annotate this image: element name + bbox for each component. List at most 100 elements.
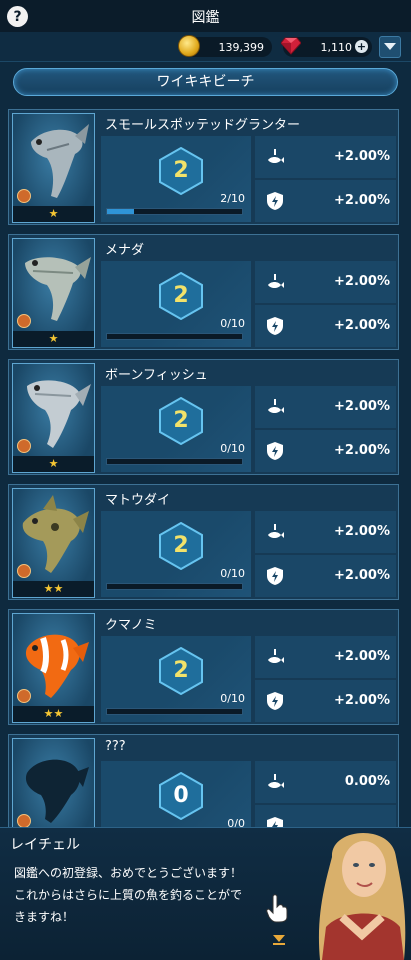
chevron-down-icon <box>384 43 396 50</box>
level-panel: 2 0/10 <box>101 261 251 347</box>
star-rating: ★★ <box>13 706 94 722</box>
dialog-message: 図鑑への初登録、おめでとうございます！ これからはさらに上質の魚を釣ることがで … <box>14 862 294 928</box>
star-rating: ★★ <box>13 581 94 597</box>
catch-bonus-value: +2.00% <box>334 149 390 164</box>
rarity-badge-icon <box>17 314 31 328</box>
catch-bonus-value: 0.00% <box>344 774 390 789</box>
catch-bonus-row: +2.00% <box>255 386 396 428</box>
level-panel: 2 0/10 <box>101 386 251 472</box>
catch-bonus-row: +2.00% <box>255 136 396 178</box>
dialog-line: きますね！ <box>14 910 75 924</box>
fish-hook-icon <box>268 524 284 538</box>
fish-portrait: ★★ <box>12 613 95 723</box>
progress-bar <box>106 333 243 340</box>
coin-amount: 139,399 <box>218 40 265 54</box>
progress-bar <box>106 458 243 465</box>
progress-text: 0/10 <box>220 317 245 330</box>
catch-bonus-row: 0.00% <box>255 761 396 803</box>
fish-name: メナダ <box>105 243 145 258</box>
fish-name: ??? <box>105 739 126 754</box>
power-bonus-row: +2.00% <box>255 305 396 347</box>
power-bonus-value: +2.00% <box>334 193 390 208</box>
level-panel: 2 0/10 <box>101 511 251 597</box>
area-title[interactable]: ワイキキビーチ <box>13 68 398 96</box>
rarity-badge-icon <box>17 814 31 828</box>
fish-level: 2 <box>173 283 189 308</box>
level-panel: 2 0/10 <box>101 636 251 722</box>
fish-hook-icon <box>268 774 284 788</box>
catch-bonus-row: +2.00% <box>255 636 396 678</box>
area-dropdown-button[interactable] <box>379 36 401 58</box>
fish-level: 2 <box>173 408 189 433</box>
fish-portrait: ★★ <box>12 488 95 598</box>
power-bonus-value: +2.00% <box>334 693 390 708</box>
currency-bar: 139,399 1,110 <box>0 32 411 62</box>
fish-portrait: ★ <box>12 238 95 348</box>
tap-hand-icon <box>266 894 288 923</box>
progress-bar <box>106 208 243 215</box>
progress-text: 0/10 <box>220 692 245 705</box>
shield-bolt-icon <box>267 692 283 710</box>
fish-level: 0 <box>173 783 189 808</box>
fish-card[interactable]: ★★ マトウダイ 2 0/10 +2.00% +2.00% <box>8 484 399 600</box>
progress-fill <box>107 209 134 214</box>
fish-level: 2 <box>173 533 189 558</box>
power-bonus-value: +2.00% <box>334 443 390 458</box>
catch-bonus-value: +2.00% <box>334 274 390 289</box>
fish-name: スモールスポッテッドグランター <box>105 118 301 133</box>
fish-hook-icon <box>268 649 284 663</box>
level-panel: 2 2/10 <box>101 136 251 222</box>
catch-bonus-value: +2.00% <box>334 524 390 539</box>
rarity-badge-icon <box>17 564 31 578</box>
catch-bonus-row: +2.00% <box>255 261 396 303</box>
progress-text: 2/10 <box>220 192 245 205</box>
fish-card[interactable]: ★ ボーンフィッシュ 2 0/10 +2.00% +2.00% <box>8 359 399 475</box>
fish-level: 2 <box>173 158 189 183</box>
rarity-badge-icon <box>17 689 31 703</box>
add-gems-button[interactable]: + <box>355 40 368 53</box>
progress-text: 0/10 <box>220 567 245 580</box>
gem-icon <box>281 37 301 55</box>
catch-bonus-row: +2.00% <box>255 511 396 553</box>
progress-text: 0/10 <box>220 442 245 455</box>
shield-bolt-icon <box>267 192 283 210</box>
fish-name: クマノミ <box>105 618 157 633</box>
progress-bar <box>106 708 243 715</box>
progress-bar <box>106 583 243 590</box>
shield-bolt-icon <box>267 317 283 335</box>
catch-bonus-value: +2.00% <box>334 399 390 414</box>
fish-card[interactable]: ★★ クマノミ 2 0/10 +2.00% +2.00% <box>8 609 399 725</box>
power-bonus-row: +2.00% <box>255 430 396 472</box>
speaker-name: レイチェル <box>10 837 80 853</box>
fish-card[interactable]: ★ メナダ 2 0/10 +2.00% +2.00% <box>8 234 399 350</box>
character-portrait <box>318 832 406 960</box>
rarity-badge-icon <box>17 439 31 453</box>
dialog-next-icon[interactable] <box>272 934 286 946</box>
fish-hook-icon <box>268 399 284 413</box>
fish-hook-icon <box>268 149 284 163</box>
star-rating: ★ <box>13 206 94 222</box>
top-bar: ? 図鑑 <box>0 0 411 32</box>
fish-name: マトウダイ <box>105 493 171 508</box>
catch-bonus-value: +2.00% <box>334 649 390 664</box>
coin-icon <box>178 35 200 57</box>
gem-amount: 1,110 <box>320 40 353 54</box>
shield-bolt-icon <box>267 567 283 585</box>
power-bonus-value: +2.00% <box>334 318 390 333</box>
power-bonus-row: +2.00% <box>255 555 396 597</box>
dialog-line: これからはさらに上質の魚を釣ることがで <box>14 888 243 902</box>
shield-bolt-icon <box>267 442 283 460</box>
power-bonus-value: +2.00% <box>334 568 390 583</box>
star-rating: ★ <box>13 331 94 347</box>
fish-portrait: ★ <box>12 113 95 223</box>
page-title: 図鑑 <box>191 10 220 26</box>
fish-card[interactable]: ★ スモールスポッテッドグランター 2 2/10 +2.00% +2.00% <box>8 109 399 225</box>
star-rating: ★ <box>13 456 94 472</box>
dialog-line: 図鑑への初登録、おめでとうございます！ <box>14 866 243 880</box>
fish-portrait: ★ <box>12 363 95 473</box>
fish-hook-icon <box>268 274 284 288</box>
fish-name: ボーンフィッシュ <box>105 368 208 383</box>
fish-level: 2 <box>173 658 189 683</box>
rarity-badge-icon <box>17 189 31 203</box>
power-bonus-row: +2.00% <box>255 680 396 722</box>
